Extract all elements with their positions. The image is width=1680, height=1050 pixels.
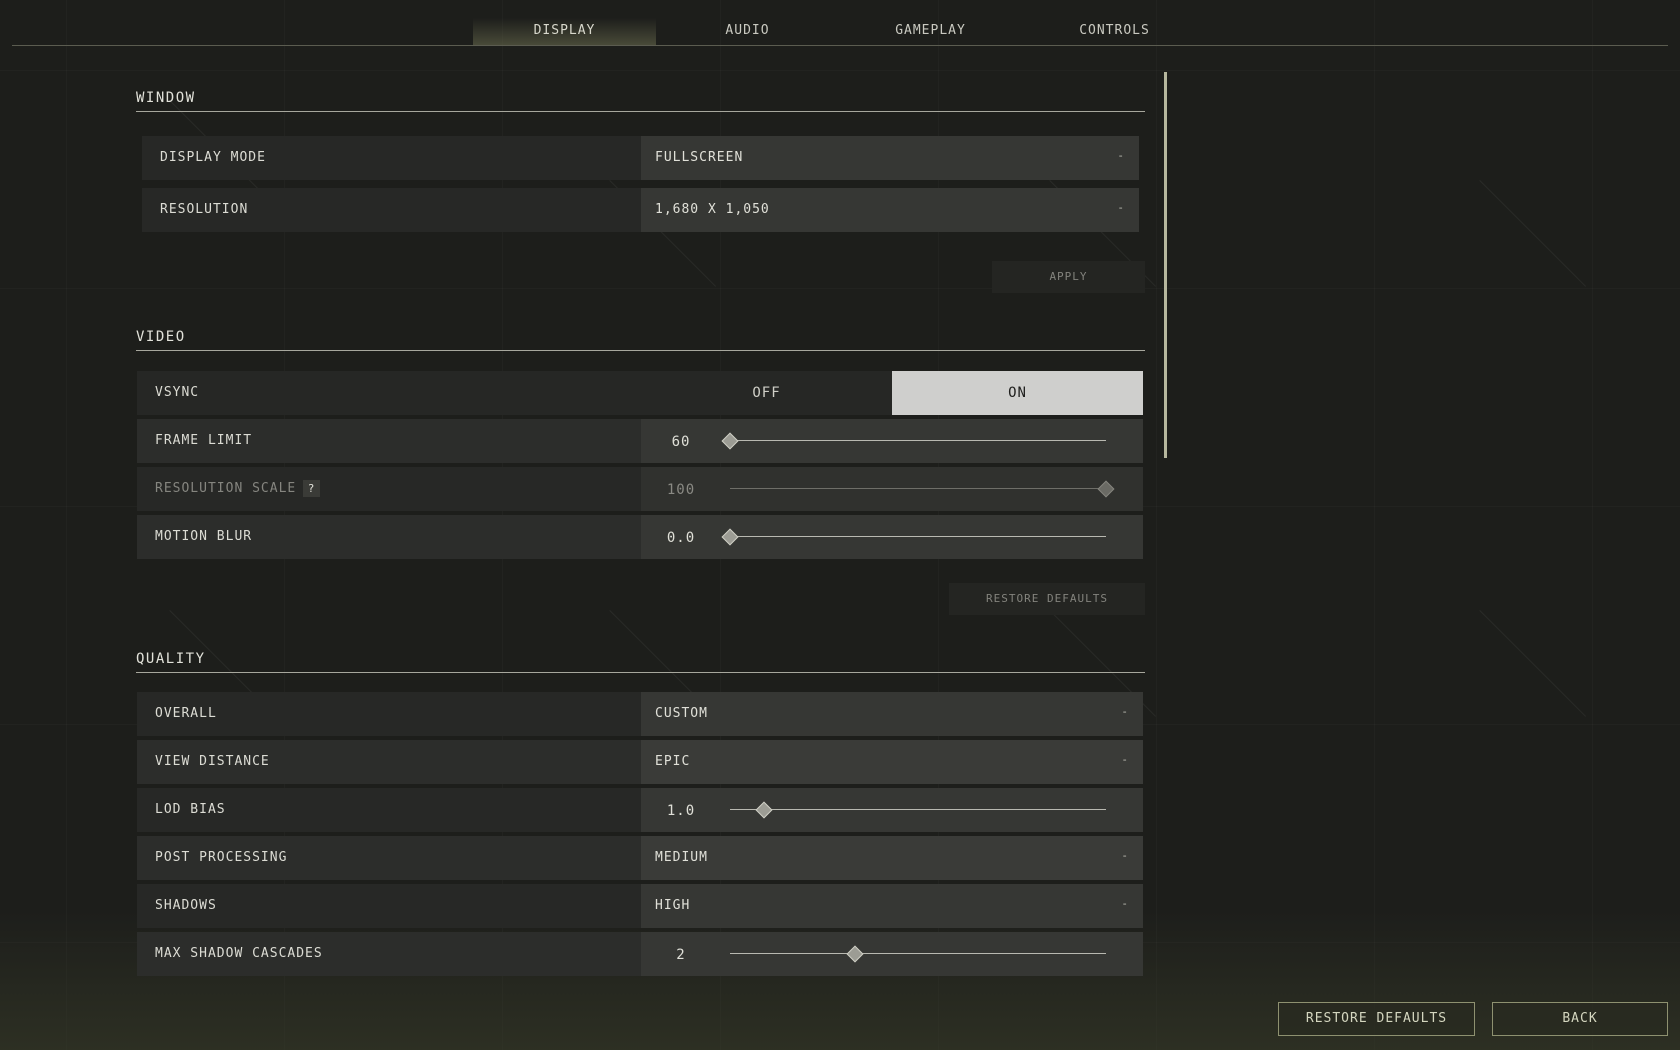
frame-limit-row: FRAME LIMIT 60 xyxy=(137,419,1143,463)
slider-track[interactable] xyxy=(730,536,1106,537)
chevron-down-icon: - xyxy=(1121,897,1129,910)
motion-blur-label: MOTION BLUR xyxy=(155,529,253,544)
video-restore-defaults-button[interactable]: RESTORE DEFAULTS xyxy=(949,583,1145,615)
motion-blur-slider[interactable]: 0.0 xyxy=(641,515,1143,559)
slider-track[interactable] xyxy=(730,809,1106,810)
slider-thumb[interactable] xyxy=(846,945,864,963)
section-divider xyxy=(136,111,1145,112)
vsync-label: VSYNC xyxy=(155,385,200,400)
slider-thumb xyxy=(1097,480,1115,498)
view-distance-value: EPIC xyxy=(655,754,691,769)
motion-blur-row: MOTION BLUR 0.0 xyxy=(137,515,1143,559)
chevron-down-icon: - xyxy=(1117,201,1125,214)
resolution-label: RESOLUTION xyxy=(160,202,249,217)
max-shadow-cascades-label: MAX SHADOW CASCADES xyxy=(155,946,323,961)
frame-limit-slider[interactable]: 60 xyxy=(641,419,1143,463)
resolution-scale-label: RESOLUTION SCALE xyxy=(155,481,297,496)
tab-display[interactable]: DISPLAY xyxy=(473,18,656,45)
settings-tabs: DISPLAY AUDIO GAMEPLAY CONTROLS xyxy=(0,0,1680,46)
tab-controls[interactable]: CONTROLS xyxy=(1023,18,1206,45)
shadows-value: HIGH xyxy=(655,898,691,913)
max-shadow-cascades-row: MAX SHADOW CASCADES 2 xyxy=(137,932,1143,976)
slider-thumb[interactable] xyxy=(721,432,739,450)
section-title-window: WINDOW xyxy=(136,90,196,106)
shadows-dropdown[interactable]: HIGH - xyxy=(641,884,1143,928)
display-mode-dropdown[interactable]: FULLSCREEN - xyxy=(641,136,1139,180)
display-mode-value: FULLSCREEN xyxy=(655,150,744,165)
tab-gameplay[interactable]: GAMEPLAY xyxy=(839,18,1022,45)
help-icon[interactable]: ? xyxy=(303,480,320,497)
slider-thumb[interactable] xyxy=(755,801,773,819)
view-distance-row: VIEW DISTANCE EPIC - xyxy=(137,740,1143,784)
resolution-row: RESOLUTION 1,680 X 1,050 - xyxy=(142,188,1139,232)
view-distance-label: VIEW DISTANCE xyxy=(155,754,270,769)
overall-row: OVERALL CUSTOM - xyxy=(137,692,1143,736)
post-processing-value: MEDIUM xyxy=(655,850,708,865)
apply-button[interactable]: APPLY xyxy=(992,261,1145,293)
display-mode-row: DISPLAY MODE FULLSCREEN - xyxy=(142,136,1139,180)
section-title-video: VIDEO xyxy=(136,329,186,345)
post-processing-label: POST PROCESSING xyxy=(155,850,288,865)
overall-label: OVERALL xyxy=(155,706,217,721)
tab-audio[interactable]: AUDIO xyxy=(656,18,839,45)
vsync-on-option[interactable]: ON xyxy=(892,371,1143,415)
lod-bias-value: 1.0 xyxy=(666,803,696,819)
chevron-down-icon: - xyxy=(1121,753,1129,766)
restore-defaults-button[interactable]: RESTORE DEFAULTS xyxy=(1278,1002,1475,1036)
frame-limit-value: 60 xyxy=(671,434,691,450)
back-button[interactable]: BACK xyxy=(1492,1002,1668,1036)
section-divider xyxy=(136,672,1145,673)
scrollbar[interactable] xyxy=(1164,72,1167,458)
resolution-scale-row: RESOLUTION SCALE ? 100 xyxy=(137,467,1143,511)
lod-bias-slider[interactable]: 1.0 xyxy=(641,788,1143,832)
slider-thumb[interactable] xyxy=(721,528,739,546)
vsync-row: VSYNC OFF ON xyxy=(137,371,1143,415)
chevron-down-icon: - xyxy=(1117,149,1125,162)
chevron-down-icon: - xyxy=(1121,705,1129,718)
frame-limit-label: FRAME LIMIT xyxy=(155,433,253,448)
tab-divider xyxy=(12,45,1668,46)
lod-bias-label: LOD BIAS xyxy=(155,802,226,817)
section-divider xyxy=(136,350,1145,351)
slider-track[interactable] xyxy=(730,440,1106,441)
lod-bias-row: LOD BIAS 1.0 xyxy=(137,788,1143,832)
section-title-quality: QUALITY xyxy=(136,651,206,667)
post-processing-dropdown[interactable]: MEDIUM - xyxy=(641,836,1143,880)
motion-blur-value: 0.0 xyxy=(666,530,696,546)
resolution-scale-slider: 100 xyxy=(641,467,1143,511)
post-processing-row: POST PROCESSING MEDIUM - xyxy=(137,836,1143,880)
max-shadow-cascades-slider[interactable]: 2 xyxy=(641,932,1143,976)
resolution-scale-value: 100 xyxy=(666,482,696,498)
shadows-label: SHADOWS xyxy=(155,898,217,913)
chevron-down-icon: - xyxy=(1121,849,1129,862)
overall-dropdown[interactable]: CUSTOM - xyxy=(641,692,1143,736)
resolution-dropdown[interactable]: 1,680 X 1,050 - xyxy=(641,188,1139,232)
display-mode-label: DISPLAY MODE xyxy=(160,150,266,165)
overall-value: CUSTOM xyxy=(655,706,708,721)
max-shadow-cascades-value: 2 xyxy=(676,947,686,963)
slider-track[interactable] xyxy=(730,953,1106,954)
shadows-row: SHADOWS HIGH - xyxy=(137,884,1143,928)
resolution-value: 1,680 X 1,050 xyxy=(655,202,770,217)
view-distance-dropdown[interactable]: EPIC - xyxy=(641,740,1143,784)
slider-track xyxy=(730,488,1106,489)
vsync-off-option[interactable]: OFF xyxy=(641,371,892,415)
